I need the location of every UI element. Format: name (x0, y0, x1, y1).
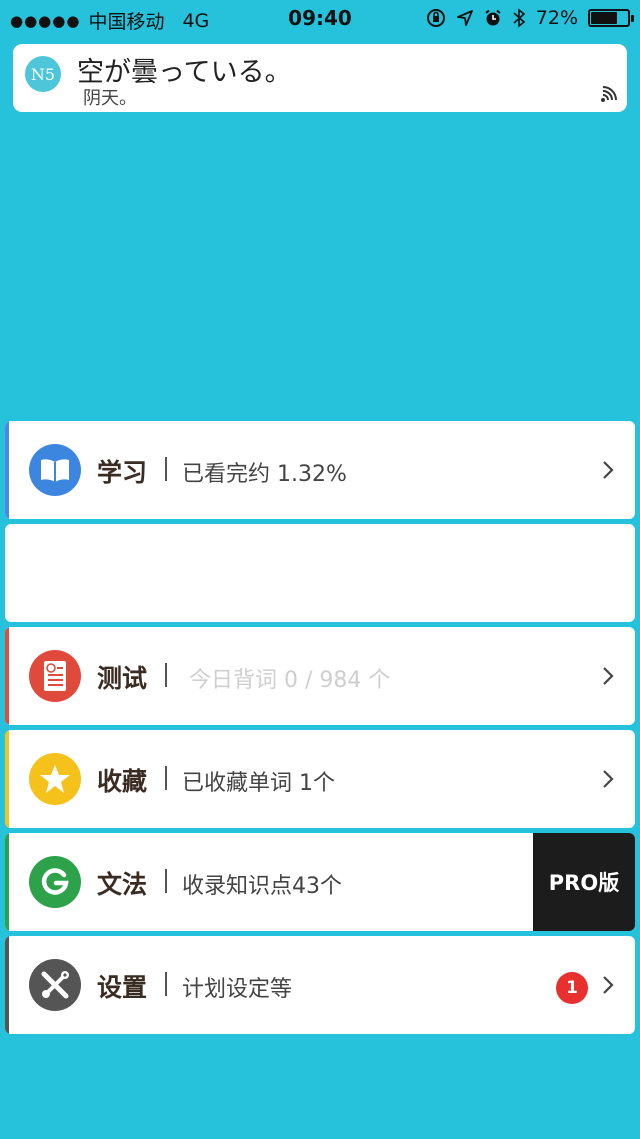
row-accent-bar (5, 936, 9, 1034)
menu-item-title: 设置 (97, 973, 148, 1002)
test-sheet-icon (29, 650, 81, 702)
menu-item-favorites[interactable]: 收藏 已收藏单词 1个 (5, 730, 635, 828)
menu-item-title: 收藏 (97, 767, 148, 796)
row-separator (165, 869, 167, 893)
row-accent-bar (5, 421, 9, 519)
status-bar: ●●●●● 中国移动 4G 09:40 72% (0, 0, 640, 36)
row-separator (165, 457, 167, 481)
menu-item-title: 学习 (97, 458, 148, 487)
status-bar-right: 72% (426, 7, 634, 29)
chevron-right-icon (603, 461, 614, 479)
orientation-lock-icon (426, 9, 445, 27)
main-menu: 学习 已看完约 1.32% 测试 今日背词 0 / 984 个 收藏 已收藏单词… (5, 421, 635, 1039)
book-icon (29, 444, 81, 496)
menu-item-empty (5, 524, 635, 622)
chevron-right-icon (603, 667, 614, 685)
broadcast-signal-icon (601, 86, 617, 102)
menu-item-description: 已收藏单词 1个 (182, 771, 335, 796)
app-badge-icon: N5 (25, 56, 61, 92)
menu-item-grammar[interactable]: 文法 收录知识点43个 PRO版 (5, 833, 635, 931)
row-separator (165, 766, 167, 790)
menu-item-title: 文法 (97, 870, 148, 899)
notification-banner[interactable]: N5 空が曇っている。 阴天。 (13, 44, 627, 112)
battery-level-fill (591, 12, 617, 24)
location-icon (456, 10, 473, 26)
menu-item-description: 已看完约 1.32% (182, 462, 347, 487)
menu-item-settings[interactable]: 设置 计划设定等 1 (5, 936, 635, 1034)
row-separator (165, 972, 167, 996)
row-accent-bar (5, 627, 9, 725)
menu-item-description: 计划设定等 (182, 977, 293, 1002)
battery-icon (588, 9, 634, 27)
bluetooth-icon (513, 8, 526, 28)
tools-icon (29, 959, 81, 1011)
menu-item-study[interactable]: 学习 已看完约 1.32% (5, 421, 635, 519)
menu-item-title: 测试 (97, 664, 148, 693)
star-icon (29, 753, 81, 805)
menu-item-description: 今日背词 0 / 984 个 (189, 668, 391, 693)
notification-count-badge: 1 (556, 972, 588, 1004)
row-accent-bar (5, 730, 9, 828)
chevron-right-icon (603, 770, 614, 788)
chevron-right-icon (603, 976, 614, 994)
row-separator (165, 663, 167, 687)
grammar-g-icon (29, 856, 81, 908)
notification-subtitle: 阴天。 (83, 88, 137, 109)
alarm-icon (485, 9, 501, 26)
row-accent-bar (5, 833, 9, 931)
menu-item-test[interactable]: 测试 今日背词 0 / 984 个 (5, 627, 635, 725)
battery-percent: 72% (535, 7, 578, 29)
pro-version-button[interactable]: PRO版 (533, 833, 635, 931)
menu-item-description: 收录知识点43个 (182, 874, 342, 899)
